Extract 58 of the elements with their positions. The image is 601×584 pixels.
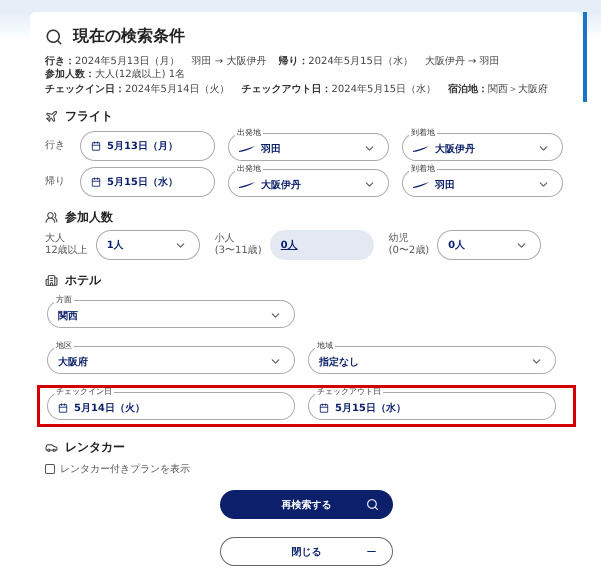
field-label: 到着地 bbox=[410, 165, 436, 173]
date-field[interactable]: チェックイン日 5月14日（火） bbox=[47, 388, 295, 420]
field-value: 0人 bbox=[448, 238, 466, 252]
field-value: 関西 bbox=[58, 310, 79, 322]
dropdown-field[interactable]: 到着地 羽田 bbox=[402, 165, 563, 197]
summary-item: 参加人数：大人(12歳以上) 1名 bbox=[45, 68, 186, 81]
summary-item: 大阪伊丹 → 羽田 bbox=[424, 55, 500, 68]
field-label: 到着地 bbox=[410, 129, 436, 137]
field-value: 5月15日（水） bbox=[335, 402, 407, 414]
dropdown-field[interactable]: 地区 大阪府 bbox=[47, 342, 295, 374]
field-value: 大阪伊丹 bbox=[261, 178, 302, 192]
field-label: 方面 bbox=[55, 296, 73, 304]
close-button[interactable]: 閉じる bbox=[220, 537, 393, 566]
field-label: 出発地 bbox=[236, 129, 262, 137]
date-field[interactable]: 5月13日（月） bbox=[80, 131, 215, 161]
row-label: 行き bbox=[45, 139, 66, 153]
dropdown-field[interactable]: 地域 指定なし bbox=[308, 342, 556, 374]
count-dropdown[interactable]: 1人 bbox=[96, 230, 200, 260]
row-label: 帰り bbox=[45, 175, 66, 189]
checkbox-label: レンタカー付きプランを表示 bbox=[60, 462, 190, 476]
passenger-label: 幼児 (0〜2歳) bbox=[388, 233, 430, 257]
field-value: 5月15日（水） bbox=[107, 176, 179, 189]
field-value: 羽田 bbox=[435, 178, 456, 192]
dropdown-field[interactable]: 方面 関西 bbox=[47, 296, 295, 328]
field-value: 1人 bbox=[106, 238, 125, 252]
card-title: 現在の検索条件 bbox=[73, 26, 185, 47]
summary-item: 行き：2024年5月13日（月） bbox=[45, 55, 180, 68]
dropdown-field[interactable]: 出発地 大阪伊丹 bbox=[228, 165, 389, 197]
passenger-label: 大人 12歳以上 bbox=[45, 233, 88, 257]
dropdown-field[interactable]: 出発地 羽田 bbox=[228, 129, 389, 161]
field-value: 指定なし bbox=[319, 355, 360, 368]
field-value: 5月13日（月） bbox=[107, 140, 179, 153]
field-value: 大阪府 bbox=[58, 355, 89, 368]
field-value: 0人 bbox=[280, 238, 299, 252]
section-heading: レンタカー bbox=[65, 439, 125, 456]
summary-item: 帰り：2024年5月15日（水） bbox=[278, 55, 413, 68]
passenger-label: 小人 (3〜11歳) bbox=[214, 233, 262, 257]
field-value: 羽田 bbox=[261, 142, 282, 156]
field-label: 地区 bbox=[55, 342, 73, 350]
count-dropdown[interactable]: 0人 bbox=[437, 230, 542, 260]
dropdown-field[interactable]: 到着地 大阪伊丹 bbox=[402, 129, 563, 161]
date-field[interactable]: 5月15日（水） bbox=[80, 167, 215, 197]
section-heading: フライト bbox=[65, 108, 113, 125]
summary-item: 宿泊地：関西＞大阪府 bbox=[448, 83, 548, 96]
field-value: 大阪伊丹 bbox=[435, 142, 476, 156]
search-again-button[interactable]: 再検索する bbox=[220, 490, 393, 519]
date-field[interactable]: チェックアウト日 5月15日（水） bbox=[308, 388, 556, 420]
count-dropdown[interactable]: 0人 bbox=[270, 230, 374, 260]
summary-item: 羽田 → 大阪伊丹 bbox=[192, 55, 266, 68]
summary-item: チェックアウト日：2024年5月15日（水） bbox=[242, 83, 436, 96]
field-label: 出発地 bbox=[236, 165, 262, 173]
section-heading: 参加人数 bbox=[65, 209, 113, 226]
section-heading: ホテル bbox=[65, 272, 101, 289]
field-value: 5月14日（火） bbox=[74, 402, 146, 414]
summary-item: チェックイン日：2024年5月14日（火） bbox=[45, 83, 230, 96]
field-label: 地域 bbox=[316, 342, 334, 350]
field-label: チェックイン日 bbox=[55, 388, 113, 396]
field-label: チェックアウト日 bbox=[316, 388, 382, 396]
